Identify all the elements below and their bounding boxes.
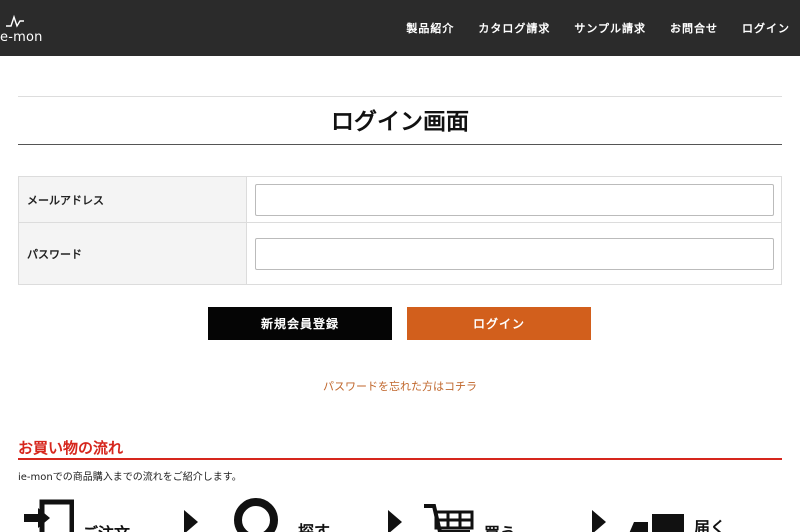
title-bottom-divider (18, 144, 782, 145)
search-icon (234, 498, 278, 532)
nav-item-catalog[interactable]: カタログ請求 (478, 20, 550, 36)
flow-arrow-icon (184, 510, 198, 532)
password-row: パスワード (19, 223, 781, 284)
flow-step-label: 探す (298, 522, 331, 532)
email-label: メールアドレス (19, 177, 247, 222)
truck-icon (629, 514, 684, 532)
logo-mark-icon (6, 14, 24, 28)
site-logo[interactable]: e-mon (0, 10, 60, 46)
title-top-divider (18, 96, 782, 97)
page-title: ログイン画面 (331, 109, 469, 135)
forgot-password-link[interactable]: パスワードを忘れた方はコチラ (18, 378, 782, 394)
login-form: メールアドレス パスワード (18, 176, 782, 285)
flow-step-label: ご注文 (82, 520, 130, 532)
register-button[interactable]: 新規会員登録 (208, 307, 392, 340)
nav-item-sample[interactable]: サンプル請求 (574, 20, 646, 36)
password-input[interactable] (255, 238, 774, 270)
email-row: メールアドレス (19, 177, 781, 223)
nav-item-products[interactable]: 製品紹介 (406, 20, 454, 36)
password-label: パスワード (19, 223, 247, 284)
login-button[interactable]: ログイン (407, 307, 591, 340)
main-nav: 製品紹介 カタログ請求 サンプル請求 お問合せ ログイン (382, 0, 790, 56)
flow-step-label: 買う (484, 520, 516, 532)
nav-item-contact[interactable]: お問合せ (670, 20, 718, 36)
door-icon (24, 499, 74, 532)
flow-arrow-icon (388, 510, 402, 532)
logo-text: e-mon (0, 30, 43, 45)
shopping-flow: ご注文 探す 買う 届く (0, 496, 800, 532)
flow-section-title: お買い物の流れ (18, 439, 124, 457)
cart-icon (424, 504, 474, 532)
site-header: e-mon 製品紹介 カタログ請求 サンプル請求 お問合せ ログイン (0, 0, 800, 56)
flow-arrow-icon (592, 510, 606, 532)
flow-section-divider (18, 458, 782, 460)
flow-section-description: ie-monでの商品購入までの流れをご紹介します。 (18, 472, 242, 483)
flow-step-label: 届く (694, 518, 727, 532)
nav-item-login[interactable]: ログイン (742, 20, 790, 36)
email-input[interactable] (255, 184, 774, 216)
